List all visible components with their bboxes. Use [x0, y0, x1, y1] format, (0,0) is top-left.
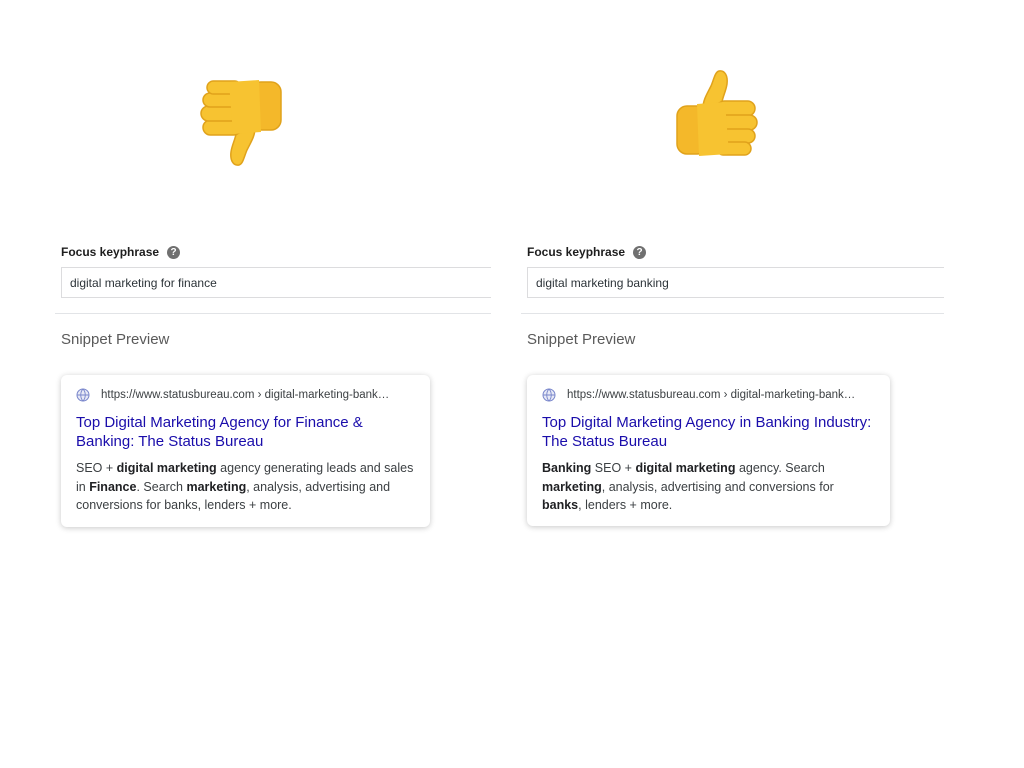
globe-icon — [76, 388, 90, 402]
serp-snippet-card: https://www.statusbureau.com › digital-m… — [527, 375, 890, 526]
serp-snippet-card: https://www.statusbureau.com › digital-m… — [61, 375, 430, 527]
description-text: , lenders + more. — [578, 498, 673, 512]
description-text: . Search — [136, 479, 187, 494]
focus-keyphrase-label-text: Focus keyphrase — [527, 245, 626, 259]
focus-keyphrase-label: Focus keyphrase ? — [61, 245, 181, 259]
help-icon[interactable]: ? — [167, 245, 181, 259]
serp-title-link[interactable]: Top Digital Marketing Agency for Finance… — [76, 413, 416, 451]
description-text: SEO + — [591, 461, 636, 475]
serp-title-link[interactable]: Top Digital Marketing Agency in Banking … — [542, 413, 876, 451]
highlighted-keyword: banks — [542, 498, 579, 512]
serp-url[interactable]: https://www.statusbureau.com › digital-m… — [567, 389, 855, 401]
highlighted-keyword: Finance — [89, 479, 137, 494]
left-panel: Focus keyphrase ? Snippet Preview https:… — [55, 0, 491, 768]
focus-keyphrase-input[interactable] — [61, 267, 491, 298]
highlighted-keyword: digital marketing — [635, 461, 736, 475]
right-panel: Focus keyphrase ? Snippet Preview https:… — [521, 0, 944, 768]
divider — [521, 313, 944, 314]
serp-url-row: https://www.statusbureau.com › digital-m… — [542, 388, 876, 402]
thumbs-down-icon — [195, 66, 285, 170]
focus-keyphrase-label: Focus keyphrase ? — [527, 245, 647, 259]
snippet-preview-heading: Snippet Preview — [527, 331, 636, 348]
divider — [55, 313, 491, 314]
highlighted-keyword: marketing — [186, 479, 247, 494]
highlighted-keyword: Banking — [542, 461, 592, 475]
serp-url[interactable]: https://www.statusbureau.com › digital-m… — [101, 389, 389, 401]
serp-description: Banking SEO + digital marketing agency. … — [542, 459, 876, 515]
description-text: agency. Search — [735, 461, 825, 475]
highlighted-keyword: marketing — [542, 479, 602, 494]
highlighted-keyword: digital marketing — [116, 461, 217, 475]
description-text: SEO + — [76, 461, 117, 475]
globe-icon — [542, 388, 556, 402]
help-icon[interactable]: ? — [633, 245, 647, 259]
serp-description: SEO + digital marketing agency generatin… — [76, 459, 416, 515]
snippet-preview-heading: Snippet Preview — [61, 331, 170, 348]
focus-keyphrase-label-text: Focus keyphrase — [61, 245, 160, 259]
description-text: , analysis, advertising and conversions … — [601, 479, 834, 494]
serp-url-row: https://www.statusbureau.com › digital-m… — [76, 388, 416, 402]
thumbs-up-icon — [673, 66, 763, 170]
focus-keyphrase-input[interactable] — [527, 267, 944, 298]
